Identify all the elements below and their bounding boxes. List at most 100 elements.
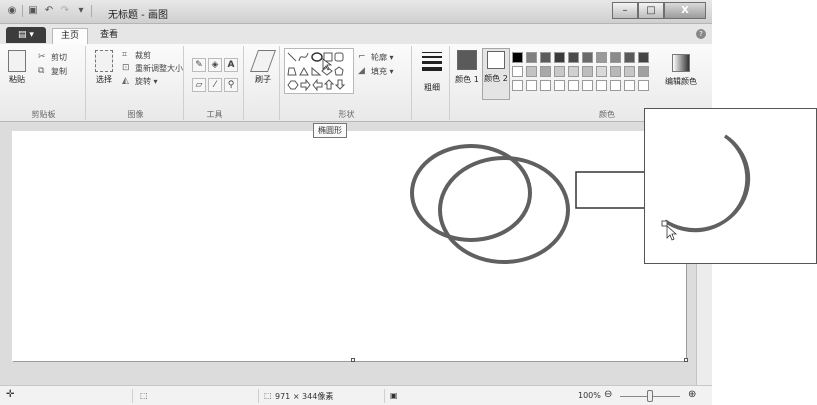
canvas-size-text: 971 × 344像素 bbox=[275, 392, 334, 401]
redo-icon[interactable]: ↷ bbox=[59, 5, 71, 17]
copy-icon: ⧉ bbox=[38, 66, 45, 76]
fill-icon: ◢ bbox=[358, 66, 365, 76]
crop-icon: ⌗ bbox=[122, 50, 128, 60]
palette-swatch[interactable] bbox=[540, 80, 551, 91]
select-button[interactable]: 选择 bbox=[92, 50, 116, 85]
palette-swatch[interactable] bbox=[568, 52, 579, 63]
shapes-gallery-icons bbox=[287, 52, 346, 92]
color2-label: 颜色 2 bbox=[484, 74, 508, 83]
palette-swatch[interactable] bbox=[638, 80, 649, 91]
pencil-icon[interactable]: ✎ bbox=[192, 58, 206, 72]
resize-icon: ⊡ bbox=[122, 63, 130, 73]
shapes-gallery bbox=[284, 48, 354, 94]
brushes-group[interactable]: 刷子 bbox=[246, 46, 280, 120]
save-icon[interactable]: ▣ bbox=[27, 5, 39, 17]
help-icon[interactable]: ? bbox=[696, 29, 706, 39]
tools-group-label: 工具 bbox=[206, 110, 223, 119]
qat-divider bbox=[91, 5, 92, 17]
window-controls: – □ X bbox=[612, 2, 706, 19]
paint-app-icon[interactable]: ◉ bbox=[6, 5, 18, 17]
palette-swatch[interactable] bbox=[568, 66, 579, 77]
palette-swatch[interactable] bbox=[526, 52, 537, 63]
palette-swatch[interactable] bbox=[554, 80, 565, 91]
window-title: 无标题 - 画图 bbox=[108, 10, 168, 21]
palette-swatch[interactable] bbox=[582, 52, 593, 63]
palette-swatch[interactable] bbox=[596, 80, 607, 91]
palette-swatch[interactable] bbox=[512, 52, 523, 63]
copy-button[interactable]: ⧉ 复制 bbox=[38, 66, 67, 77]
resize-button[interactable]: ⊡ 重新调整大小 bbox=[122, 63, 183, 74]
palette-swatch[interactable] bbox=[624, 66, 635, 77]
palette-swatch[interactable] bbox=[596, 66, 607, 77]
palette-swatch[interactable] bbox=[526, 66, 537, 77]
palette-swatch[interactable] bbox=[512, 66, 523, 77]
fill-bucket-icon[interactable]: ◈ bbox=[208, 58, 222, 72]
palette-swatch[interactable] bbox=[624, 80, 635, 91]
edit-colors-icon bbox=[672, 54, 690, 72]
zoom-out-icon[interactable]: ⊖ bbox=[604, 389, 612, 400]
undo-icon[interactable]: ↶ bbox=[43, 5, 55, 17]
palette-swatch[interactable] bbox=[624, 52, 635, 63]
magnifier-icon[interactable]: ⚲ bbox=[224, 78, 238, 92]
zoom-in-icon[interactable]: ⊕ bbox=[688, 389, 696, 400]
status-bar: ✛ ⬚ ⬚ 971 × 344像素 ▣ 100% ⊖ ⊕ bbox=[0, 385, 712, 405]
resize-handle-corner[interactable] bbox=[684, 358, 688, 362]
file-menu-button[interactable]: ▤ ▾ bbox=[6, 27, 46, 43]
minimize-button[interactable]: – bbox=[612, 2, 638, 19]
text-tool-icon[interactable]: A bbox=[224, 58, 238, 72]
shape-fill-button[interactable]: ◢ 填充 ▾ bbox=[358, 66, 394, 77]
brushes-label: 刷子 bbox=[255, 75, 271, 84]
palette-swatch[interactable] bbox=[554, 66, 565, 77]
tab-home[interactable]: 主页 bbox=[52, 28, 89, 44]
copy-label: 复制 bbox=[51, 67, 67, 76]
palette-swatch[interactable] bbox=[638, 66, 649, 77]
close-button[interactable]: X bbox=[664, 2, 706, 19]
eraser-icon[interactable]: ▱ bbox=[192, 78, 206, 92]
selection-icon bbox=[95, 50, 113, 72]
edit-colors-label: 编辑颜色 bbox=[665, 77, 697, 86]
color-picker-icon[interactable]: ⁄ bbox=[208, 78, 222, 92]
palette-swatch[interactable] bbox=[540, 52, 551, 63]
outline-icon: ⌐ bbox=[358, 52, 366, 62]
color1-button[interactable]: 颜色 1 bbox=[454, 50, 480, 85]
palette-swatch[interactable] bbox=[582, 66, 593, 77]
palette-swatch[interactable] bbox=[512, 80, 523, 91]
ribbon-tab-row: ▤ ▾ 主页 查看 ? bbox=[0, 24, 712, 44]
palette-swatch[interactable] bbox=[610, 52, 621, 63]
zoom-level: 100% bbox=[578, 391, 601, 400]
paste-button[interactable]: 粘贴 bbox=[6, 50, 28, 85]
edit-colors-button[interactable]: 编辑颜色 bbox=[662, 54, 700, 87]
file-size-icon: ▣ bbox=[390, 391, 398, 400]
palette-swatch[interactable] bbox=[610, 66, 621, 77]
cut-button[interactable]: ✂ 剪切 bbox=[38, 52, 67, 63]
color1-swatch bbox=[457, 50, 477, 70]
line-size-icon bbox=[422, 52, 442, 71]
ribbon: 粘贴 ✂ 剪切 ⧉ 复制 剪贴板 选择 ⌗ 裁剪 ⊡ 重新调整大小 ◭ 旋转 ▾… bbox=[0, 44, 712, 122]
shape-tooltip: 椭圆形 bbox=[313, 123, 347, 138]
maximize-button[interactable]: □ bbox=[638, 2, 664, 19]
palette-swatch[interactable] bbox=[582, 80, 593, 91]
resize-handle-bottom[interactable] bbox=[351, 358, 355, 362]
color2-swatch bbox=[487, 51, 505, 69]
shape-outline-button[interactable]: ⌐ 轮廓 ▾ bbox=[358, 52, 394, 63]
rotate-button[interactable]: ◭ 旋转 ▾ bbox=[122, 76, 158, 87]
palette-swatch[interactable] bbox=[540, 66, 551, 77]
color2-button[interactable]: 颜色 2 bbox=[482, 48, 510, 100]
customize-icon[interactable]: ▾ bbox=[75, 5, 87, 17]
palette-swatch[interactable] bbox=[568, 80, 579, 91]
crop-button[interactable]: ⌗ 裁剪 bbox=[122, 50, 151, 61]
image-group-label: 图像 bbox=[127, 110, 144, 119]
palette-swatch[interactable] bbox=[526, 80, 537, 91]
palette-swatch[interactable] bbox=[596, 52, 607, 63]
tools-group: ✎ ◈ A ▱ ⁄ ⚲ 工具 bbox=[186, 46, 244, 120]
fill-label: 填充 ▾ bbox=[371, 67, 394, 76]
clipboard-group-label: 剪贴板 bbox=[31, 110, 56, 119]
brushes-button[interactable]: 刷子 bbox=[249, 50, 277, 85]
tab-view[interactable]: 查看 bbox=[92, 28, 126, 44]
resize-label: 重新调整大小 bbox=[135, 64, 183, 73]
palette-swatch[interactable] bbox=[638, 52, 649, 63]
zoom-slider-thumb[interactable] bbox=[647, 390, 653, 402]
palette-swatch[interactable] bbox=[610, 80, 621, 91]
size-group[interactable]: 粗细 bbox=[414, 46, 450, 120]
palette-swatch[interactable] bbox=[554, 52, 565, 63]
